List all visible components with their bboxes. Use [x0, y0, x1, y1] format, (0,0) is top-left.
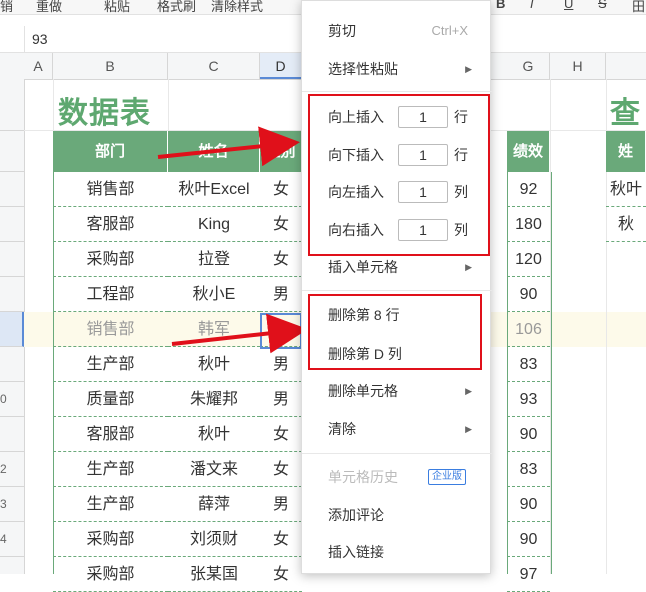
insert-options-highlight [308, 94, 490, 256]
submenu-arrow-icon: ▶ [465, 386, 472, 396]
menu-label: 剪切 [328, 23, 356, 39]
menu-label: 删除单元格 [328, 383, 398, 399]
menu-item-add-comment[interactable]: 添加评论 [302, 497, 492, 533]
enterprise-badge: 企业版 [428, 469, 466, 485]
delete-options-highlight [308, 294, 482, 370]
menu-label: 选择性粘贴 [328, 61, 398, 77]
menu-item-delete-cells[interactable]: 删除单元格 ▶ [302, 373, 492, 409]
submenu-arrow-icon: ▶ [465, 64, 472, 74]
arrow-to-delete-group [171, 313, 308, 354]
menu-item-paste-special[interactable]: 选择性粘贴 ▶ [302, 51, 492, 87]
menu-item-clear[interactable]: 清除 ▶ [302, 411, 492, 447]
menu-item-insert-link[interactable]: 插入链接 [302, 534, 492, 570]
menu-label: 清除 [328, 421, 356, 437]
shortcut-label: Ctrl+X [431, 23, 468, 38]
menu-item-cell-history: 单元格历史 企业版 [302, 459, 492, 495]
menu-label: 插入链接 [328, 544, 384, 560]
menu-item-cut[interactable]: 剪切 Ctrl+X [302, 13, 492, 49]
menu-label: 添加评论 [328, 507, 384, 523]
context-menu: 剪切 Ctrl+X 选择性粘贴 ▶ 向上插入 1 行 向下插入 1 行 向左插入… [301, 0, 492, 574]
arrow-to-insert-group [157, 126, 300, 167]
submenu-arrow-icon: ▶ [465, 424, 472, 434]
menu-label: 单元格历史 [328, 469, 398, 485]
